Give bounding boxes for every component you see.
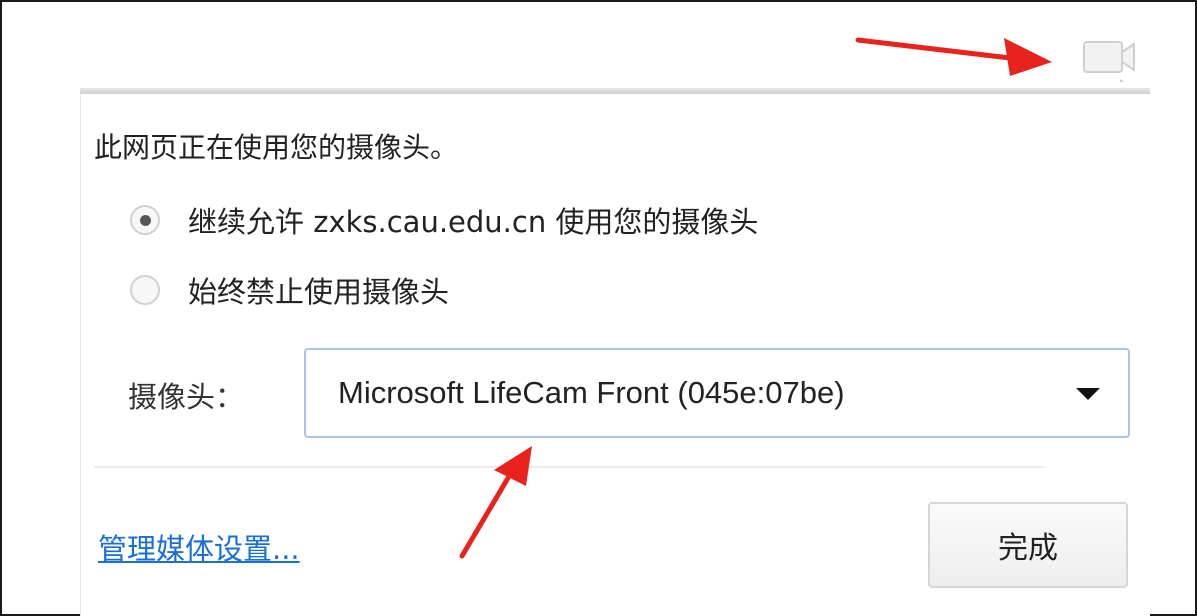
radio-block[interactable]: [130, 275, 160, 305]
camera-select[interactable]: Microsoft LifeCam Front (045e:07be): [304, 348, 1130, 438]
divider: [94, 466, 1044, 468]
browser-toolbar: [80, 18, 1150, 84]
option-block[interactable]: 始终禁止使用摄像头: [130, 270, 449, 310]
camera-label: 摄像头：: [128, 380, 245, 414]
radio-selected-dot: [139, 214, 151, 226]
done-button[interactable]: 完成: [928, 502, 1128, 588]
camera-blocked-icon[interactable]: [1080, 34, 1140, 93]
option-block-label: 始终禁止使用摄像头: [188, 275, 450, 309]
popup-title: 此网页正在使用您的摄像头。: [94, 131, 459, 164]
option-allow[interactable]: 继续允许 zxks.cau.edu.cn 使用您的摄像头: [130, 200, 758, 240]
radio-allow[interactable]: [130, 205, 160, 235]
manage-media-settings-link[interactable]: 管理媒体设置...: [98, 526, 300, 568]
camera-select-value: Microsoft LifeCam Front (045e:07be): [338, 375, 845, 410]
option-allow-label: 继续允许 zxks.cau.edu.cn 使用您的摄像头: [188, 205, 759, 239]
chevron-down-icon: [1076, 388, 1100, 400]
